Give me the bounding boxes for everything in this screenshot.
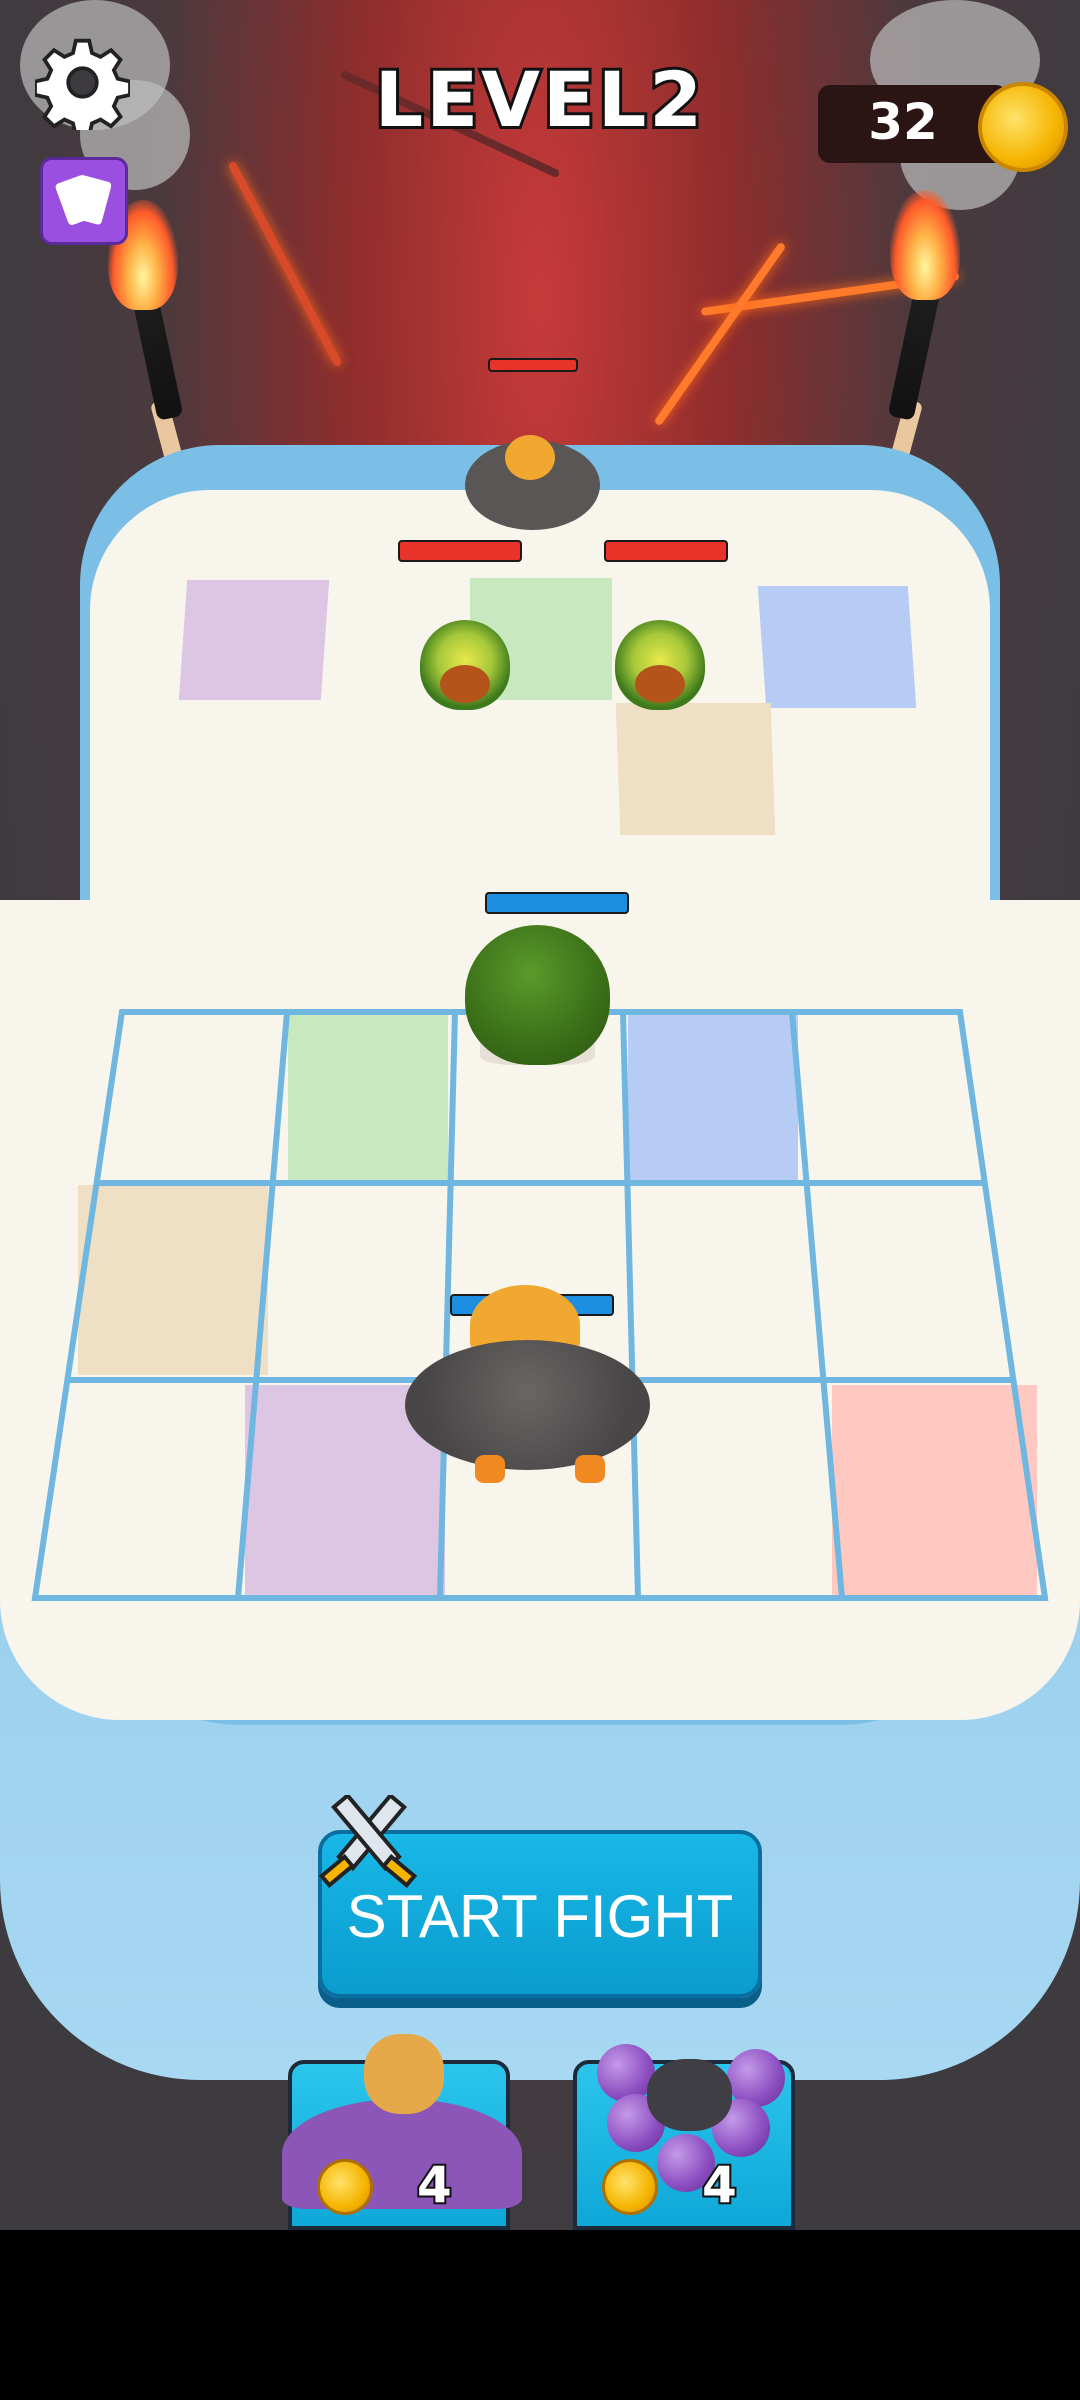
unit-card-grape-cat[interactable]: 4 [573,2044,795,2230]
game-stage: LEVEL2 32 START FIGHT 4 4 [0,0,1080,2230]
coin-count: 32 [868,93,938,151]
enemy-boss-head [505,435,555,480]
coin-icon [602,2159,658,2215]
enemy-avocado-hp-bar [604,540,728,562]
ally-avocado[interactable] [465,925,610,1065]
unit-price: 4 [415,2154,454,2216]
enemy-avocado-hp-bar [398,540,522,562]
ally-gorilla-foot [575,1455,605,1483]
system-navigation-bar [0,2230,1080,2400]
doge-head [364,2034,444,2114]
grape [727,2049,785,2107]
cards-button[interactable] [40,157,128,245]
ally-gorilla[interactable] [405,1340,650,1470]
cards-icon [55,174,112,226]
ally-gorilla-foot [475,1455,505,1483]
unit-card-doge[interactable]: 4 [282,2034,522,2230]
coin-icon [317,2159,373,2215]
avocado-pit [440,665,490,703]
grape-cat-icon [647,2059,732,2131]
enemy-boss-hp-bar [488,358,578,372]
ally-avocado-hp-bar [485,892,629,914]
coin-icon [978,82,1068,172]
unit-price: 4 [700,2154,739,2216]
crossed-swords-icon [318,1795,418,1889]
avocado-pit [635,665,685,703]
